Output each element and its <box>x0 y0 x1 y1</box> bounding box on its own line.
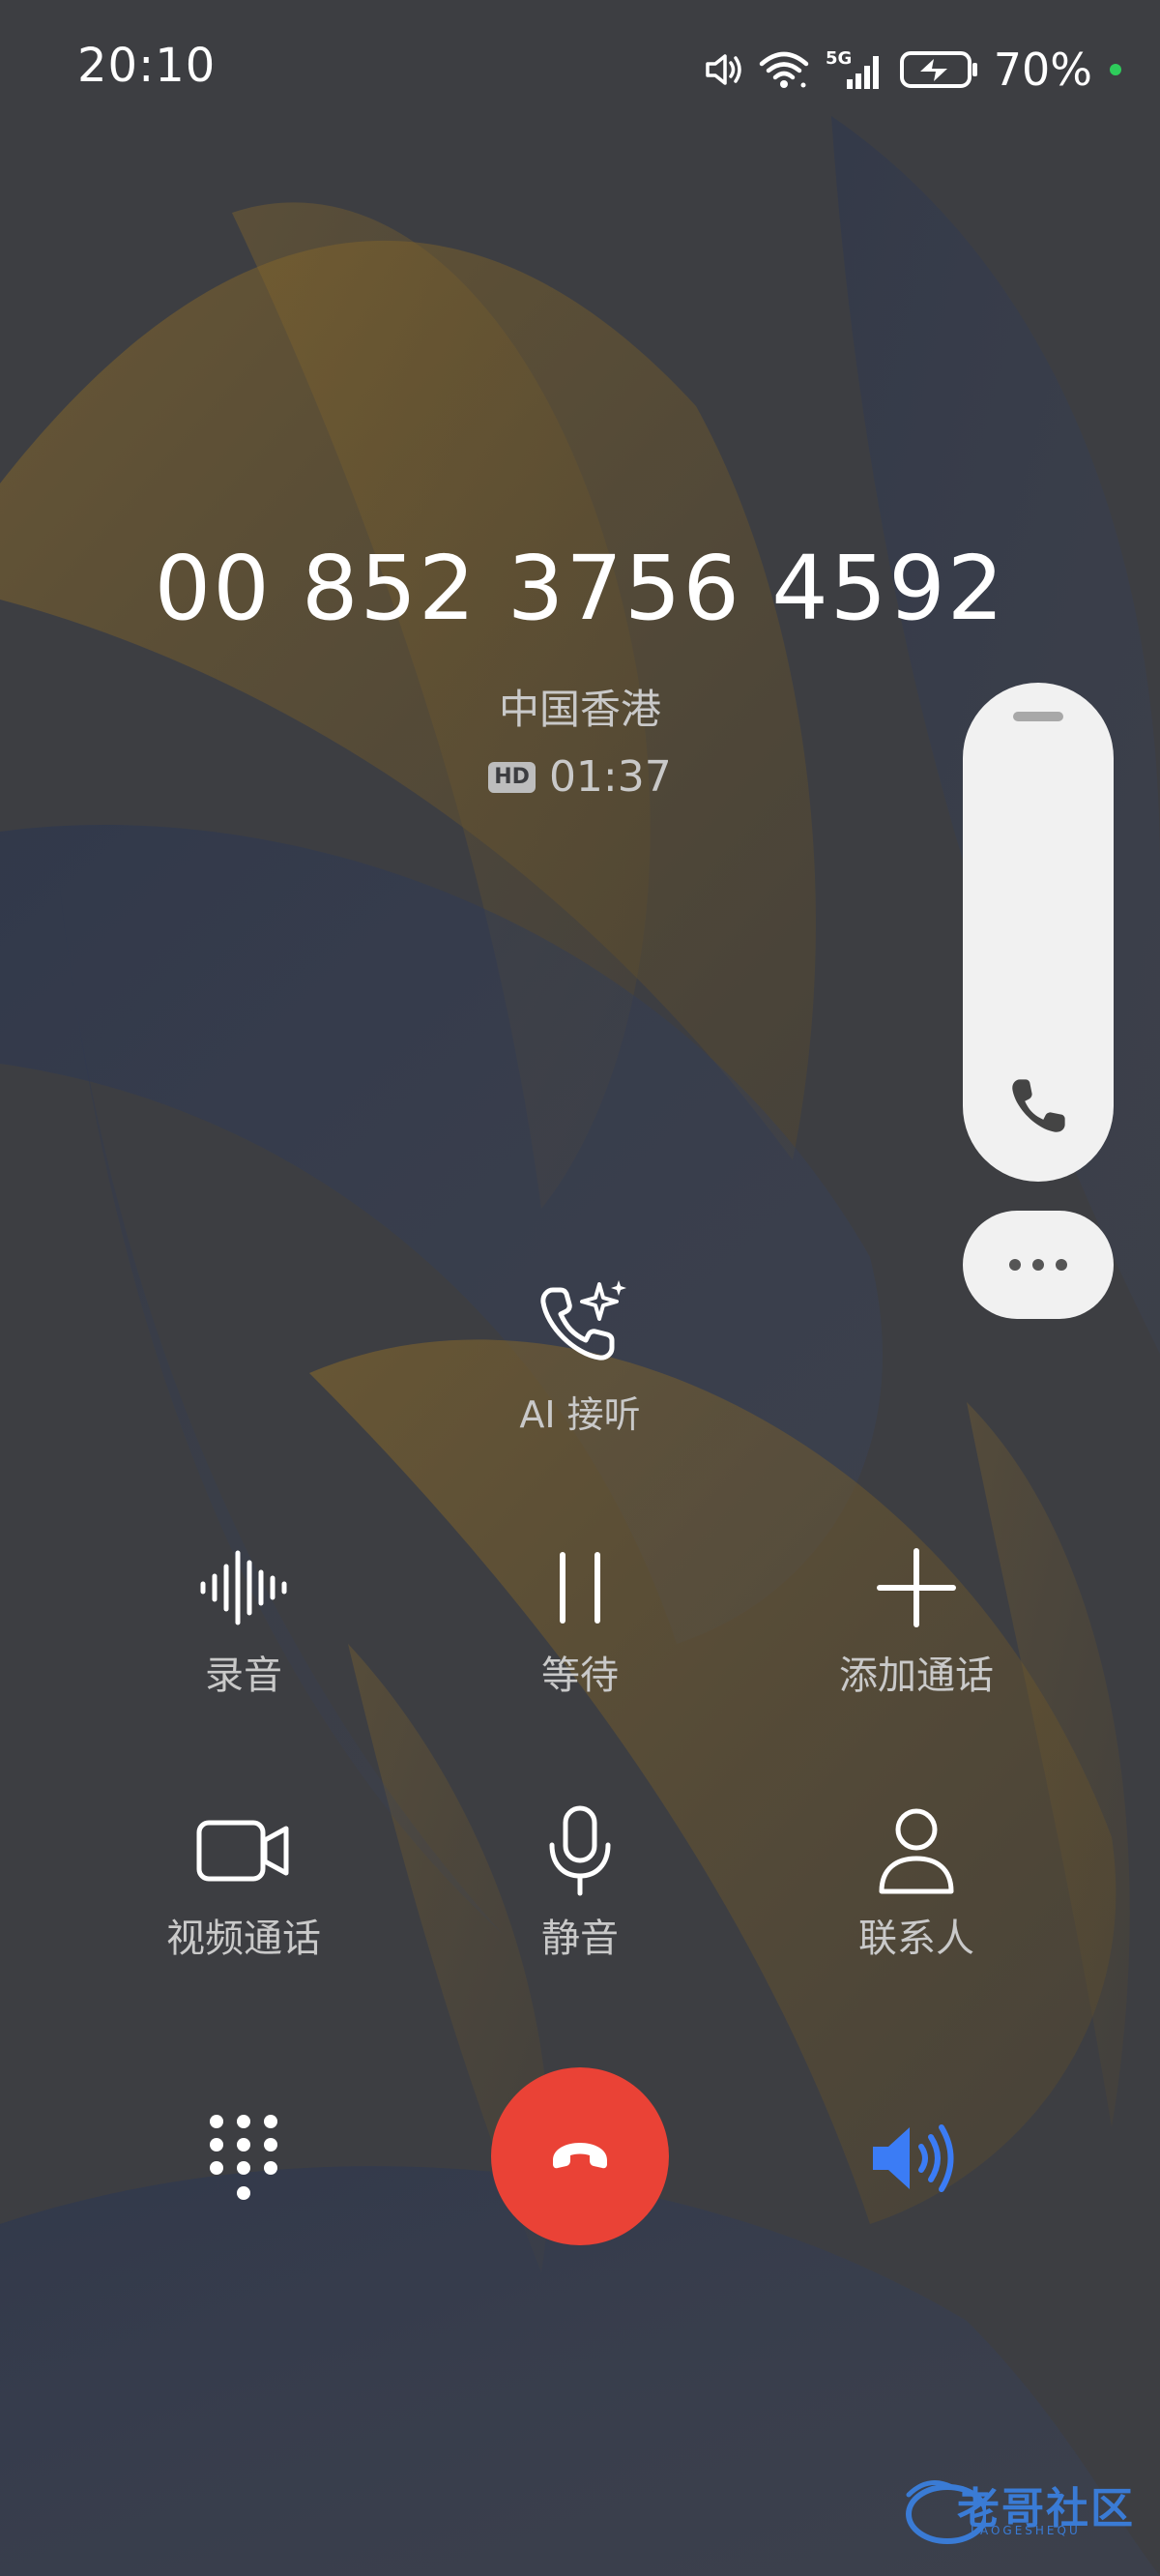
hd-badge: HD <box>488 761 536 793</box>
plus-icon <box>877 1548 956 1627</box>
contacts-button[interactable]: 联系人 <box>791 1802 1042 1963</box>
pause-icon <box>560 1552 600 1624</box>
video-call-label: 视频通话 <box>166 1917 321 1961</box>
end-call-button[interactable] <box>491 2067 669 2245</box>
cellular-5g-icon: 5G <box>826 48 879 89</box>
wifi-icon <box>759 51 808 88</box>
more-dot-icon <box>1032 1259 1044 1271</box>
hold-button[interactable]: 等待 <box>454 1539 706 1700</box>
mute-label: 静音 <box>541 1917 619 1961</box>
volume-icon <box>706 54 741 85</box>
status-time: 20:10 <box>77 39 217 93</box>
add-call-label: 添加通话 <box>839 1654 994 1698</box>
record-label: 录音 <box>205 1654 282 1698</box>
status-icons: 5G 70% <box>702 41 1121 99</box>
drag-handle[interactable] <box>1013 712 1063 721</box>
network-label: 5G <box>826 48 852 69</box>
ai-answer-button[interactable]: AI 接听 <box>483 1276 677 1441</box>
waveform-icon <box>200 1550 287 1625</box>
microphone-icon <box>549 1805 611 1896</box>
hang-up-icon <box>553 2143 607 2169</box>
video-camera-icon <box>196 1820 289 1882</box>
speaker-on-icon <box>873 2124 954 2192</box>
ai-answer-label: AI 接听 <box>519 1393 641 1436</box>
more-dot-icon <box>1009 1259 1021 1271</box>
add-call-button[interactable]: 添加通话 <box>791 1539 1042 1700</box>
contacts-label: 联系人 <box>858 1917 974 1961</box>
watermark-subtext: LAOGESHEQU <box>971 2524 1081 2537</box>
caller-number: 00 852 3756 4592 <box>154 537 1006 640</box>
floating-call-panel[interactable] <box>963 683 1114 1182</box>
battery-percent: 70% <box>993 44 1092 96</box>
person-icon <box>879 1808 954 1894</box>
mute-button[interactable]: 静音 <box>454 1802 706 1963</box>
battery-charging-icon <box>899 51 977 88</box>
record-button[interactable]: 录音 <box>118 1539 369 1700</box>
speaker-button[interactable] <box>862 2108 969 2209</box>
dialpad-button[interactable] <box>193 2108 294 2209</box>
hold-label: 等待 <box>541 1654 619 1698</box>
phone-icon <box>1012 1079 1065 1132</box>
privacy-indicator-dot <box>1110 64 1121 75</box>
more-dot-icon <box>1056 1259 1067 1271</box>
video-call-button[interactable]: 视频通话 <box>118 1802 369 1963</box>
dialpad-icon <box>210 2115 277 2200</box>
status-bar: 20:10 5G 70% <box>0 0 1160 135</box>
ai-phone-sparkle-icon <box>540 1280 626 1361</box>
watermark-logo: 老哥社区 LAOGESHEQU <box>899 2466 1150 2553</box>
incall-screen: 20:10 5G 70% 00 852 3756 4592 中国香港 HD 01… <box>0 0 1160 2576</box>
call-duration: 01:37 <box>548 752 672 802</box>
more-options-button[interactable] <box>963 1211 1114 1319</box>
